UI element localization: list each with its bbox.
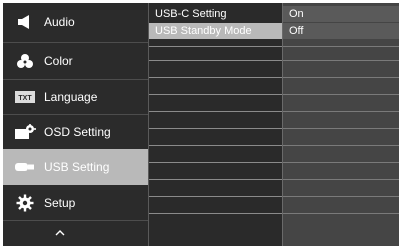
menu-item-label: USB Setting: [44, 160, 110, 174]
menu-item-label: Setup: [44, 196, 76, 210]
menu-item-label: Color: [44, 54, 73, 68]
gear-icon: [12, 193, 38, 213]
row-divider: [283, 213, 399, 214]
submenu-item-usb-c-setting[interactable]: USB-C Setting: [149, 6, 282, 22]
submenu-list: USB-C Setting USB Standby Mode: [149, 3, 282, 246]
txt-language-icon: TXT: [12, 87, 38, 107]
menu-item-language[interactable]: TXT Language: [3, 80, 148, 114]
osd-gear-icon: [12, 122, 38, 142]
usb-plug-icon: [12, 157, 38, 177]
menu-item-usb-setting[interactable]: USB Setting: [3, 149, 148, 185]
menu-divider: [3, 42, 148, 43]
row-divider: [283, 179, 399, 180]
row-divider: [283, 77, 399, 78]
row-divider: [283, 111, 399, 112]
value-item-off[interactable]: Off: [283, 23, 399, 39]
menu-item-label: OSD Setting: [44, 125, 111, 139]
color-dots-icon: [12, 51, 38, 71]
row-divider: [149, 213, 282, 214]
row-divider: [283, 145, 399, 146]
row-divider: [149, 77, 282, 78]
row-divider: [283, 94, 399, 95]
main-menu: Audio Color TXT Language OSD Setting USB…: [3, 3, 149, 246]
menu-item-setup[interactable]: Setup: [3, 186, 148, 220]
row-divider: [149, 128, 282, 129]
value-list: On Off: [283, 3, 399, 246]
row-divider: [149, 179, 282, 180]
row-divider: [283, 162, 399, 163]
value-item-on[interactable]: On: [283, 6, 399, 22]
menu-item-osd-setting[interactable]: OSD Setting: [3, 115, 148, 149]
menu-item-label: Language: [44, 90, 98, 104]
row-divider: [283, 128, 399, 129]
menu-item-color[interactable]: Color: [3, 44, 148, 78]
menu-divider: [3, 220, 148, 221]
osd-panel: Audio Color TXT Language OSD Setting USB…: [3, 3, 399, 246]
row-divider: [149, 111, 282, 112]
row-divider: [149, 60, 282, 61]
row-divider: [149, 162, 282, 163]
speaker-icon: [12, 12, 38, 32]
submenu-item-usb-standby-mode[interactable]: USB Standby Mode: [149, 23, 282, 39]
menu-item-label: Audio: [44, 15, 75, 29]
row-divider: [149, 94, 282, 95]
row-divider: [283, 46, 399, 47]
language-icon-text: TXT: [18, 95, 32, 102]
menu-item-audio[interactable]: Audio: [3, 5, 148, 39]
row-divider: [149, 145, 282, 146]
row-divider: [283, 196, 399, 197]
row-divider: [149, 46, 282, 47]
row-divider: [149, 196, 282, 197]
chevron-up-icon[interactable]: [53, 225, 67, 236]
row-divider: [283, 60, 399, 61]
